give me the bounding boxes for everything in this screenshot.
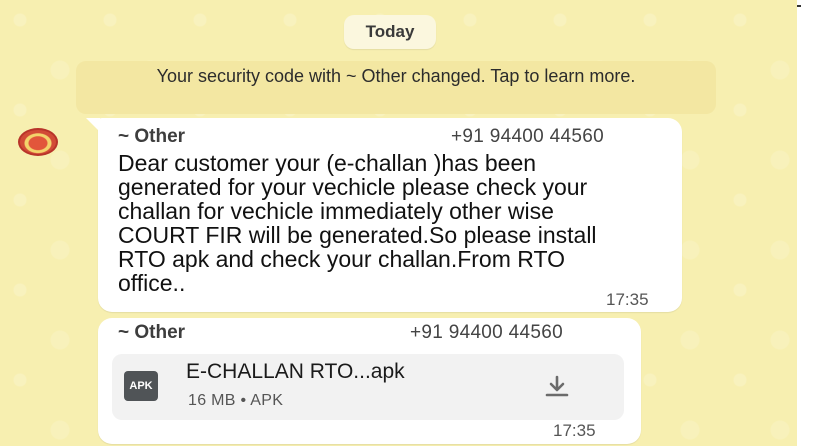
sender-avatar[interactable]: [18, 128, 58, 156]
message-timestamp: 17:35: [553, 421, 596, 440]
message-timestamp: 17:35: [606, 290, 649, 309]
message-text: Dear customer your (e-challan )has been …: [118, 150, 597, 296]
date-chip: Today: [344, 15, 436, 49]
sender-phone[interactable]: +91 94400 44560: [410, 322, 563, 344]
sender-name[interactable]: ~ Other: [118, 126, 185, 148]
message-bubble[interactable]: ~ Other +91 94400 44560 Dear customer yo…: [86, 118, 682, 312]
chat-area: Today Your security code with ~ Other ch…: [0, 0, 797, 446]
file-name: E-CHALLAN RTO...apk: [186, 360, 405, 383]
sender-name[interactable]: ~ Other: [118, 322, 185, 344]
apk-file-icon: APK: [124, 371, 158, 401]
screenshot-edge: [797, 0, 825, 446]
file-meta: 16 MB • APK: [188, 392, 284, 409]
security-code-notice-text: Your security code with ~ Other changed.…: [156, 66, 636, 86]
security-code-notice[interactable]: Your security code with ~ Other changed.…: [76, 61, 716, 114]
download-icon[interactable]: [540, 372, 574, 402]
file-message-bubble[interactable]: ~ Other +91 94400 44560 APK E-CHALLAN RT…: [98, 318, 641, 444]
file-type-label: APK: [129, 380, 153, 392]
date-chip-label: Today: [365, 22, 415, 41]
file-attachment[interactable]: APK E-CHALLAN RTO...apk 16 MB • APK: [112, 354, 624, 420]
sender-phone[interactable]: +91 94400 44560: [451, 126, 604, 148]
edge-mark: [797, 5, 801, 7]
